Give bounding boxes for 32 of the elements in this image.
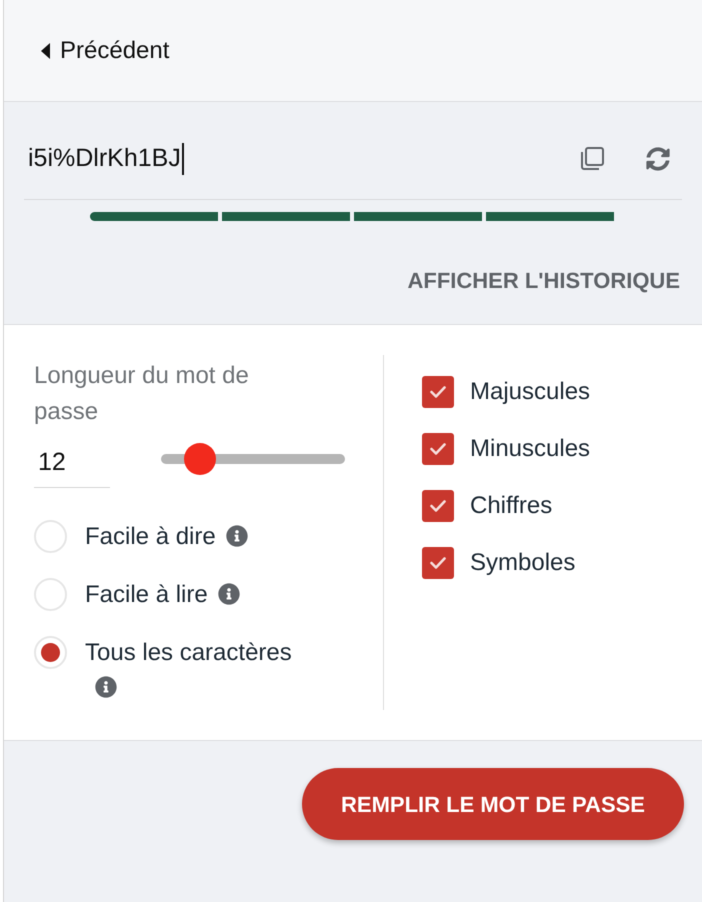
option-label: Facile à lire — [85, 581, 208, 608]
length-label: Longueur du mot de passe — [34, 361, 250, 427]
radio-button[interactable] — [34, 578, 67, 611]
checkbox-label: Symboles — [470, 548, 576, 578]
fill-password-button[interactable]: REMPLIR LE MOT DE PASSE — [302, 768, 684, 840]
checkbox[interactable] — [422, 547, 454, 579]
length-slider[interactable] — [161, 443, 345, 475]
info-icon[interactable] — [95, 676, 117, 698]
length-input[interactable]: 12 — [34, 430, 110, 488]
checkbox-label: Chiffres — [470, 491, 552, 521]
radio-button[interactable] — [34, 636, 67, 669]
option-label: Facile à dire — [85, 523, 216, 550]
password-field[interactable]: i5i%DlrKh1BJ — [24, 140, 572, 178]
check-icon — [430, 500, 446, 512]
back-button[interactable]: Précédent — [41, 32, 170, 68]
checkbox[interactable] — [422, 490, 454, 522]
checkbox[interactable] — [422, 376, 454, 408]
info-icon[interactable] — [218, 582, 240, 605]
caret-left-icon — [41, 42, 50, 58]
slider-thumb[interactable] — [184, 443, 216, 475]
check-icon — [430, 442, 446, 456]
checkbox-label: Majuscules — [470, 377, 590, 407]
option-label: Tous les caractères — [85, 639, 292, 666]
checkbox-label: Minuscules — [470, 434, 590, 464]
refresh-icon — [646, 147, 670, 171]
info-icon[interactable] — [226, 524, 248, 547]
copy-icon — [580, 147, 604, 171]
check-icon — [430, 556, 446, 570]
history-link[interactable]: AFFICHER L'HISTORIQUE — [408, 267, 680, 295]
radio-button[interactable] — [34, 520, 67, 553]
check-icon — [430, 386, 446, 398]
checkbox[interactable] — [422, 433, 454, 465]
